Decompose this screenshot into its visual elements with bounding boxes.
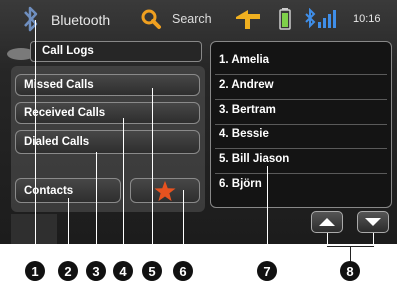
callout-line-5 bbox=[152, 88, 153, 262]
contacts-label: Contacts bbox=[24, 184, 74, 197]
star-icon bbox=[154, 180, 176, 201]
list-divider bbox=[215, 99, 387, 100]
callout-line-7 bbox=[267, 166, 268, 262]
arrow-down-icon bbox=[365, 218, 381, 226]
list-divider bbox=[215, 148, 387, 149]
arrow-up-icon bbox=[319, 218, 335, 226]
bluetooth-signal-icon bbox=[305, 8, 336, 29]
callout-line-8d bbox=[350, 246, 351, 262]
list-item[interactable]: 5. Bill Jiason bbox=[219, 153, 289, 165]
screen-title: Bluetooth bbox=[51, 12, 111, 28]
callout-3: 3 bbox=[86, 261, 106, 281]
dialed-calls-label: Dialed Calls bbox=[24, 136, 90, 148]
list-item[interactable]: 6. Björn bbox=[219, 178, 262, 190]
dialed-calls-button[interactable]: Dialed Calls bbox=[15, 130, 200, 154]
list-divider bbox=[215, 124, 387, 125]
scroll-up-button[interactable] bbox=[311, 211, 343, 233]
callout-5: 5 bbox=[142, 261, 162, 281]
list-item[interactable]: 2. Andrew bbox=[219, 79, 274, 91]
favorites-button[interactable] bbox=[130, 178, 200, 203]
callout-7: 7 bbox=[257, 261, 277, 281]
callout-line-6 bbox=[183, 190, 184, 262]
callout-1: 1 bbox=[25, 261, 45, 281]
search-icon bbox=[141, 9, 161, 29]
call-logs-label: Call Logs bbox=[42, 45, 94, 57]
callout-8: 8 bbox=[340, 261, 360, 281]
received-calls-button[interactable]: Received Calls bbox=[15, 102, 200, 124]
list-item[interactable]: 3. Bertram bbox=[219, 104, 276, 116]
callout-line-2 bbox=[68, 198, 69, 262]
clock: 10:16 bbox=[353, 13, 381, 25]
list-divider bbox=[215, 74, 387, 75]
callout-6: 6 bbox=[173, 261, 193, 281]
list-item[interactable]: 4. Bessie bbox=[219, 128, 269, 140]
received-calls-label: Received Calls bbox=[24, 107, 106, 119]
call-logs-header-box: Call Logs bbox=[30, 41, 202, 62]
search-button[interactable]: Search bbox=[140, 6, 215, 32]
search-label: Search bbox=[172, 12, 212, 26]
scroll-down-button[interactable] bbox=[357, 211, 389, 233]
callout-line-1 bbox=[35, 20, 36, 262]
callout-line-3 bbox=[96, 152, 97, 262]
missed-calls-button[interactable]: Missed Calls bbox=[15, 74, 200, 96]
battery-icon bbox=[279, 8, 291, 30]
callout-line-8b bbox=[373, 233, 374, 247]
callout-line-8a bbox=[327, 233, 328, 247]
callout-4: 4 bbox=[113, 261, 133, 281]
contact-list[interactable]: 1. Amelia 2. Andrew 3. Bertram 4. Bessie… bbox=[210, 41, 392, 208]
callout-line-4 bbox=[123, 118, 124, 262]
bluetooth-icon bbox=[24, 6, 38, 32]
phone-screen: Bluetooth Search 10:16 Call Logs Missed … bbox=[0, 0, 397, 244]
empty-panel bbox=[11, 214, 57, 244]
list-divider bbox=[215, 173, 387, 174]
status-bar: Bluetooth Search 10:16 bbox=[0, 0, 397, 38]
callout-2: 2 bbox=[58, 261, 78, 281]
list-item[interactable]: 1. Amelia bbox=[219, 54, 269, 66]
navigation-icon bbox=[236, 10, 260, 29]
call-log-menu-panel: Missed Calls Received Calls Dialed Calls… bbox=[11, 66, 205, 212]
